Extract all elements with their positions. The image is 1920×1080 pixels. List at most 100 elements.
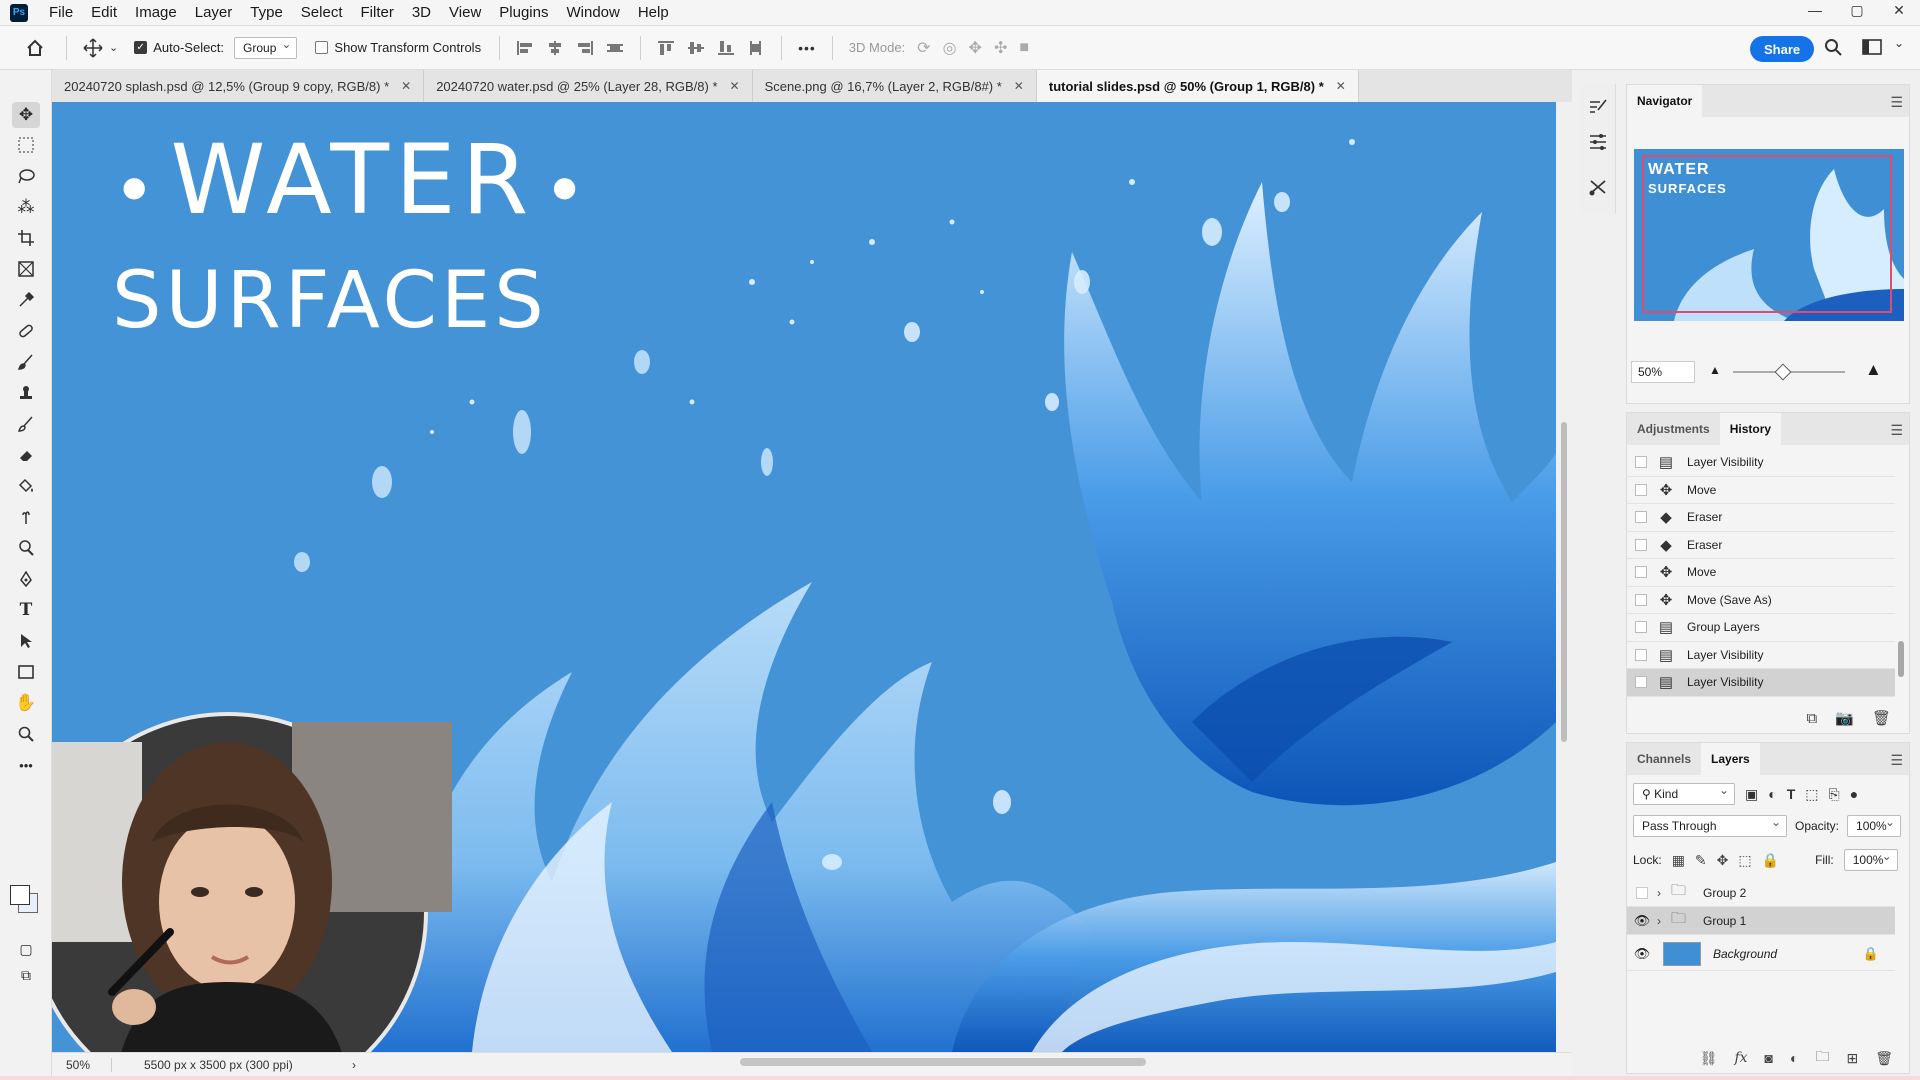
dodge-tool-icon[interactable] <box>12 535 40 561</box>
brush-tool-icon[interactable] <box>12 349 40 375</box>
move-tool-icon[interactable]: ✥ <box>12 102 40 128</box>
close-button[interactable]: ✕ <box>1878 0 1920 20</box>
menu-3d[interactable]: 3D <box>403 0 440 26</box>
auto-select-check-icon[interactable]: ✓ <box>134 41 148 54</box>
marquee-tool-icon[interactable] <box>12 132 40 158</box>
hand-tool-icon[interactable]: ✋ <box>12 690 40 716</box>
magic-wand-tool-icon[interactable]: ⁂ <box>12 194 40 220</box>
layer-kind-filter[interactable]: ⚲ Kind <box>1633 783 1735 805</box>
panel-menu-icon[interactable]: ☰ <box>1890 422 1903 439</box>
brush-settings-icon[interactable] <box>1588 98 1608 121</box>
snapshot-source-checkbox[interactable] <box>1635 511 1647 524</box>
zoom-in-icon[interactable]: ▲ <box>1865 360 1882 380</box>
crop-tool-icon[interactable] <box>12 225 40 251</box>
close-tab-icon[interactable]: ✕ <box>1014 79 1024 93</box>
workspace-layout-icon[interactable] <box>1862 38 1882 61</box>
lock-position-icon[interactable]: ✥ <box>1717 852 1729 869</box>
3d-roll-icon[interactable]: ◎ <box>943 38 957 58</box>
history-item[interactable]: ◆ Eraser <box>1627 504 1895 532</box>
history-item[interactable]: ✥ Move <box>1627 477 1895 504</box>
menu-select[interactable]: Select <box>292 0 352 26</box>
healing-brush-tool-icon[interactable] <box>12 318 40 344</box>
menu-file[interactable]: File <box>40 0 82 26</box>
fx-icon[interactable]: fx <box>1734 1050 1747 1066</box>
doc-tab-tutorial-slides[interactable]: tutorial slides.psd @ 50% (Group 1, RGB/… <box>1036 70 1359 102</box>
snapshot-source-checkbox[interactable] <box>1635 676 1647 689</box>
new-group-icon[interactable]: 🗀 <box>1815 1046 1829 1070</box>
transform-check-icon[interactable] <box>315 41 329 54</box>
opacity-input[interactable]: 100% <box>1847 815 1902 837</box>
snapshot-source-checkbox[interactable] <box>1635 483 1647 496</box>
share-button[interactable]: Share <box>1750 36 1815 62</box>
3d-camera-icon[interactable]: ■ <box>1019 39 1029 57</box>
history-brush-tool-icon[interactable] <box>12 411 40 437</box>
snapshot-source-checkbox[interactable] <box>1635 538 1647 551</box>
doc-tab-scene[interactable]: Scene.png @ 16,7% (Layer 2, RGB/8#) * ✕ <box>753 70 1037 102</box>
auto-select-dropdown[interactable]: Group <box>234 36 298 59</box>
layer-row-background[interactable]: 👁 Background 🔒 <box>1627 937 1895 971</box>
menu-type[interactable]: Type <box>241 0 292 26</box>
filter-shape-icon[interactable]: ⬚ <box>1805 786 1818 803</box>
chevron-right-icon[interactable]: › <box>1657 886 1671 900</box>
new-layer-icon[interactable]: ⊞ <box>1846 1050 1858 1067</box>
add-mask-icon[interactable]: ◙ <box>1765 1050 1773 1066</box>
menu-image[interactable]: Image <box>126 0 186 26</box>
canvas-vertical-scrollbar[interactable] <box>1556 102 1572 1052</box>
tab-adjustments[interactable]: Adjustments <box>1627 413 1720 445</box>
align-right-icon[interactable] <box>577 40 594 55</box>
3d-pan-icon[interactable]: ✥ <box>969 38 982 58</box>
create-snapshot-icon[interactable]: 📷 <box>1835 709 1854 727</box>
lock-artboard-icon[interactable]: ⬚ <box>1738 852 1751 869</box>
history-item[interactable]: ▤ Layer Visibility <box>1627 449 1895 477</box>
menu-help[interactable]: Help <box>629 0 678 26</box>
eraser-tool-icon[interactable] <box>12 442 40 468</box>
history-item[interactable]: ✥ Move (Save As) <box>1627 587 1895 614</box>
snapshot-source-checkbox[interactable] <box>1635 566 1647 579</box>
align-left-icon[interactable] <box>517 40 533 55</box>
filter-pixel-icon[interactable]: ▣ <box>1745 786 1758 803</box>
properties-icon[interactable] <box>1588 132 1608 155</box>
layer-row-group-2[interactable]: › 🗀 Group 2 <box>1627 879 1895 907</box>
fill-input[interactable]: 100% <box>1843 849 1898 871</box>
history-item-selected[interactable]: ▤ Layer Visibility <box>1627 669 1895 697</box>
align-bottom-icon[interactable] <box>718 40 735 55</box>
close-tab-icon[interactable]: ✕ <box>401 79 411 93</box>
lock-transparent-icon[interactable]: ▦ <box>1672 852 1685 869</box>
paint-bucket-tool-icon[interactable] <box>12 473 40 499</box>
screen-mode-icon[interactable]: ⧉ <box>12 962 40 988</box>
tab-layers[interactable]: Layers <box>1701 743 1760 775</box>
clone-stamp-tool-icon[interactable] <box>12 380 40 406</box>
zoom-out-icon[interactable]: ▲ <box>1709 363 1721 377</box>
navigator-view-frame[interactable] <box>1642 155 1892 313</box>
new-document-from-state-icon[interactable]: ⧉ <box>1807 710 1818 727</box>
zoom-tool-icon[interactable] <box>12 721 40 747</box>
layer-row-group-1[interactable]: 👁 › 🗀 Group 1 <box>1627 907 1895 935</box>
home-icon[interactable] <box>26 39 44 57</box>
scroll-thumb[interactable] <box>1561 422 1567 742</box>
history-item[interactable]: ▤ Group Layers <box>1627 614 1895 642</box>
history-scrollbar[interactable] <box>1897 453 1905 693</box>
doc-tab-water[interactable]: 20240720 water.psd @ 25% (Layer 28, RGB/… <box>424 70 753 102</box>
show-transform-controls-checkbox[interactable]: Show Transform Controls <box>315 40 481 55</box>
rectangle-tool-icon[interactable] <box>12 659 40 685</box>
search-icon[interactable] <box>1824 38 1842 61</box>
workspace-chevron-icon[interactable]: ⌄ <box>1894 36 1904 50</box>
distribute-horizontal-icon[interactable] <box>748 40 764 55</box>
link-layers-icon[interactable]: ⛓ <box>1700 1050 1718 1067</box>
menu-layer[interactable]: Layer <box>186 0 242 26</box>
align-horizontal-center-icon[interactable] <box>547 40 563 55</box>
scroll-thumb[interactable] <box>1898 641 1904 677</box>
filter-smart-object-icon[interactable]: ⎘ <box>1829 786 1840 803</box>
panel-menu-icon[interactable]: ☰ <box>1890 752 1903 769</box>
chevron-down-icon[interactable]: ⌄ <box>109 41 118 54</box>
filter-adjustment-icon[interactable]: ◐ <box>1768 786 1776 802</box>
foreground-color-swatch[interactable] <box>10 885 30 905</box>
status-arrow-icon[interactable]: › <box>352 1058 356 1072</box>
eyedropper-tool-icon[interactable] <box>12 287 40 313</box>
eye-icon[interactable]: 👁 <box>1627 946 1657 962</box>
history-item[interactable]: ✥ Move <box>1627 559 1895 587</box>
eye-icon[interactable]: 👁 <box>1627 913 1657 929</box>
pen-tool-icon[interactable] <box>12 566 40 592</box>
menu-plugins[interactable]: Plugins <box>490 0 557 26</box>
panel-menu-icon[interactable]: ☰ <box>1890 94 1903 111</box>
